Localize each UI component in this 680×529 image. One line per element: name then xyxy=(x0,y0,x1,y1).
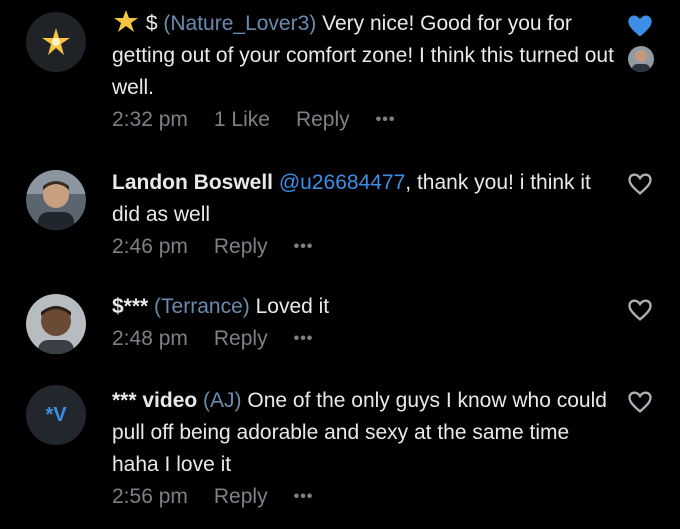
sparkle-star-icon xyxy=(42,28,70,55)
avatar-initials: *V xyxy=(45,403,67,426)
commenter-name[interactable]: *** video xyxy=(112,389,197,412)
comment-meta: 2:48 pm Reply ••• xyxy=(112,327,339,351)
person-avatar-icon xyxy=(628,46,654,72)
comment-meta: 2:56 pm Reply ••• xyxy=(112,485,339,509)
comment-meta: 2:32 pm 1 Like Reply ••• xyxy=(112,108,421,132)
avatar[interactable] xyxy=(26,170,86,230)
comment-text: $ (Nature_Lover3) Very nice! Good for yo… xyxy=(112,8,617,104)
reply-button[interactable]: Reply xyxy=(214,485,268,509)
reply-button[interactable]: Reply xyxy=(214,235,268,259)
timestamp: 2:32 pm xyxy=(112,108,188,131)
heart-outline-icon[interactable] xyxy=(626,296,654,324)
avatar[interactable]: *V xyxy=(26,385,86,445)
comment-text: *** video (AJ) One of the only guys I kn… xyxy=(112,385,617,481)
heart-outline-icon[interactable] xyxy=(626,388,654,416)
heart-filled-icon[interactable] xyxy=(626,12,654,40)
liked-by-avatar xyxy=(628,46,654,72)
heart-outline-icon[interactable] xyxy=(626,170,654,198)
commenter-handle[interactable]: (AJ) xyxy=(203,389,242,412)
commenter-name[interactable]: Landon Boswell xyxy=(112,171,273,194)
sparkle-star-icon xyxy=(114,10,138,32)
name-prefix: $ xyxy=(145,12,158,35)
comment-text: $*** (Terrance) Loved it xyxy=(112,291,617,323)
commenter-name[interactable]: $*** xyxy=(112,295,148,318)
more-options-icon[interactable]: ••• xyxy=(376,111,396,129)
like-count[interactable]: 1 Like xyxy=(214,108,270,132)
reply-button[interactable]: Reply xyxy=(214,327,268,351)
mention-link[interactable]: @u26684477 xyxy=(279,171,405,194)
commenter-handle[interactable]: (Terrance) xyxy=(154,295,250,318)
person-avatar-icon xyxy=(26,170,86,230)
avatar[interactable] xyxy=(26,294,86,354)
comment-text: Landon Boswell @u26684477, thank you! i … xyxy=(112,167,617,231)
more-options-icon[interactable]: ••• xyxy=(294,330,314,348)
more-options-icon[interactable]: ••• xyxy=(294,488,314,506)
commenter-name[interactable]: (Nature_Lover3) xyxy=(163,12,316,35)
timestamp: 2:46 pm xyxy=(112,235,188,258)
timestamp: 2:48 pm xyxy=(112,327,188,350)
more-options-icon[interactable]: ••• xyxy=(294,238,314,256)
avatar[interactable] xyxy=(26,12,86,72)
comment-meta: 2:46 pm Reply ••• xyxy=(112,235,339,259)
reply-button[interactable]: Reply xyxy=(296,108,350,132)
person-avatar-icon xyxy=(26,294,86,354)
timestamp: 2:56 pm xyxy=(112,485,188,508)
comment-message: Loved it xyxy=(249,295,330,318)
